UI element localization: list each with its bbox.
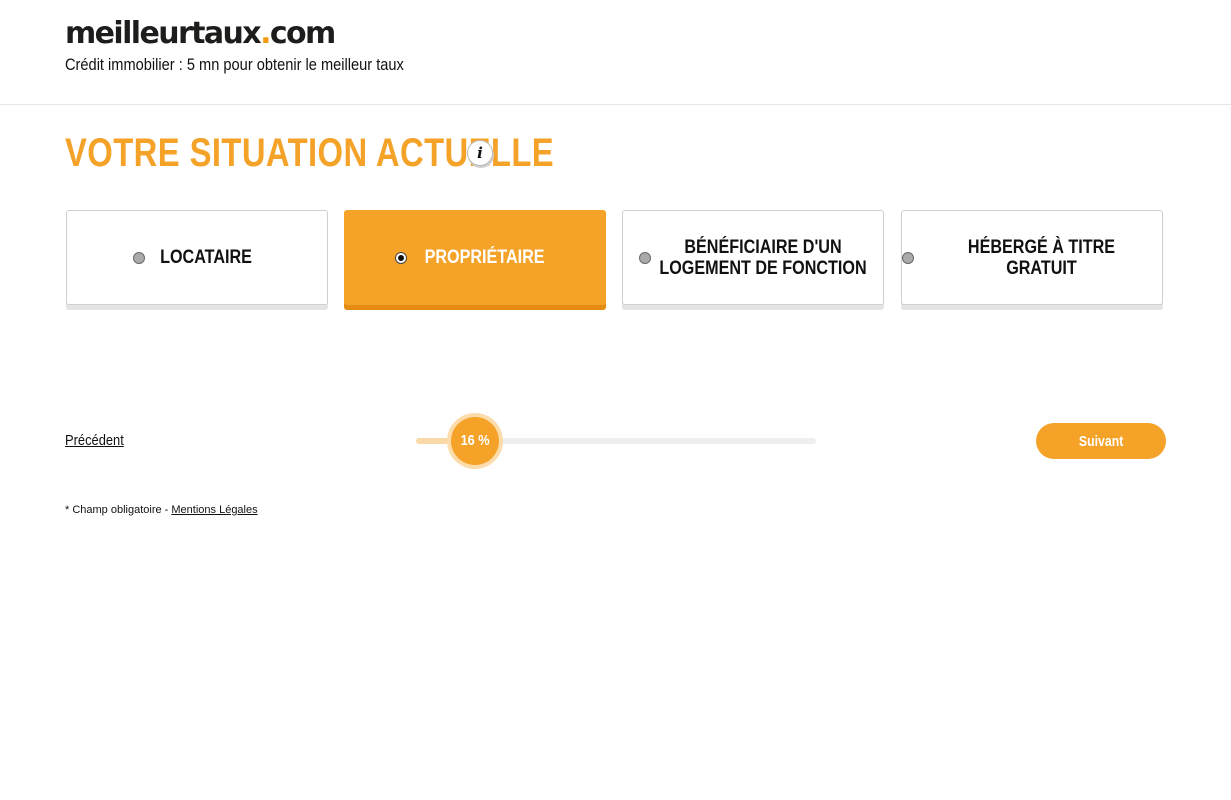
footer-note: * Champ obligatoire - Mentions Légales — [65, 502, 258, 518]
next-button-label: Suivant — [1078, 433, 1124, 450]
option-locataire[interactable]: LOCATAIRE — [66, 210, 328, 305]
site-header: meilleurtaux.com Crédit immobilier : 5 m… — [0, 0, 1231, 105]
progress-indicator: 16 % — [451, 417, 499, 465]
option-proprietaire[interactable]: PROPRIÉTAIRE — [344, 210, 606, 305]
radio-selected-icon[interactable] — [394, 251, 407, 264]
option-label: HÉBERGÉ À TITRE GRATUIT — [967, 236, 1116, 279]
option-logement-de-fonction[interactable]: BÉNÉFICIAIRE D'UN LOGEMENT DE FONCTION — [622, 210, 884, 305]
next-button[interactable]: Suivant — [1036, 423, 1166, 459]
radio-icon[interactable] — [638, 251, 651, 264]
option-label: PROPRIÉTAIRE — [424, 247, 545, 268]
progress-text: 16 % — [460, 432, 490, 449]
brand-logo[interactable]: meilleurtaux.com — [65, 14, 336, 54]
required-note: * Champ obligatoire - — [65, 504, 172, 516]
option-label: BÉNÉFICIAIRE D'UN LOGEMENT DE FONCTION — [658, 236, 867, 279]
radio-icon[interactable] — [902, 251, 914, 264]
brand-tagline: Crédit immobilier : 5 mn pour obtenir le… — [65, 55, 404, 74]
legal-link[interactable]: Mentions Légales — [171, 504, 257, 516]
radio-icon[interactable] — [133, 251, 146, 264]
option-label: LOCATAIRE — [160, 247, 253, 268]
option-heberge-gratuit[interactable]: HÉBERGÉ À TITRE GRATUIT — [901, 210, 1163, 305]
info-icon[interactable]: i — [467, 140, 493, 166]
previous-link[interactable]: Précédent — [65, 430, 124, 452]
